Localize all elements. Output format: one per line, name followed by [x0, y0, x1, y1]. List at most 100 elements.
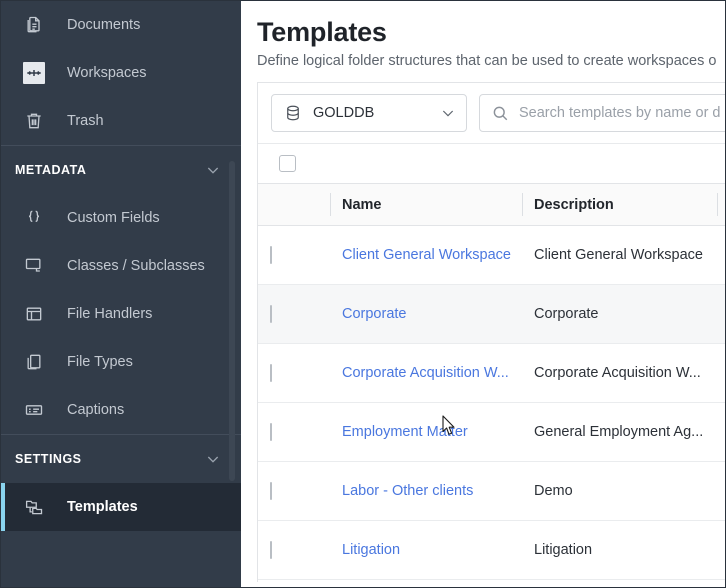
- sidebar-item-label: Workspaces: [67, 65, 147, 81]
- row-checkbox[interactable]: [270, 246, 272, 264]
- row-checkbox[interactable]: [270, 423, 272, 441]
- database-icon: [284, 104, 302, 122]
- row-path-cell: E: [717, 402, 725, 462]
- row-description-cell: Demo: [522, 461, 717, 521]
- sidebar: Documents Workspaces Trash METADATA Cust…: [1, 1, 241, 587]
- template-link[interactable]: Employment Matter: [342, 424, 468, 440]
- template-link[interactable]: Corporate Acquisition W...: [342, 365, 509, 381]
- page-header: Templates Define logical folder structur…: [241, 1, 725, 69]
- database-select-value: GOLDDB: [313, 105, 375, 121]
- row-checkbox-cell: [258, 520, 330, 580]
- template-link[interactable]: Client General Workspace: [342, 247, 511, 263]
- sidebar-item-trash[interactable]: Trash: [1, 97, 241, 145]
- column-header-check: [258, 183, 330, 226]
- row-checkbox-cell: [258, 284, 330, 344]
- row-checkbox[interactable]: [270, 305, 272, 323]
- row-path-cell: [717, 225, 725, 285]
- row-checkbox[interactable]: [270, 364, 272, 382]
- sidebar-item-file-handlers[interactable]: File Handlers: [1, 290, 241, 338]
- sidebar-item-captions[interactable]: Captions: [1, 386, 241, 434]
- workspaces-icon: [23, 62, 45, 84]
- sidebar-group-settings[interactable]: SETTINGS: [1, 435, 241, 483]
- sidebar-item-label: Documents: [67, 17, 141, 33]
- row-path-cell: L: [717, 520, 725, 580]
- table-header-row: Name Description P C: [258, 183, 725, 226]
- sidebar-item-label: Captions: [67, 402, 125, 418]
- database-select[interactable]: GOLDDB: [271, 94, 467, 132]
- sidebar-item-label: File Handlers: [67, 306, 153, 322]
- main-content: Templates Define logical folder structur…: [241, 1, 725, 587]
- templates-panel: GOLDDB Search templates by name or d Nam…: [257, 82, 725, 582]
- window-icon: [23, 303, 45, 325]
- sidebar-item-label: File Types: [67, 354, 133, 370]
- table-row[interactable]: Corporate Corporate C: [258, 284, 725, 344]
- row-checkbox[interactable]: [270, 541, 272, 559]
- table-row[interactable]: Corporate Acquisition W... Corporate Acq…: [258, 343, 725, 403]
- sidebar-scrollbar[interactable]: [229, 161, 235, 481]
- caption-icon: [23, 399, 45, 421]
- row-checkbox[interactable]: [270, 482, 272, 500]
- table-row[interactable]: Litigation Litigation L: [258, 520, 725, 580]
- sidebar-item-label: Classes / Subclasses: [67, 258, 205, 274]
- search-icon: [491, 104, 509, 122]
- row-description-cell: Corporate Acquisition W...: [522, 343, 717, 403]
- row-checkbox-cell: [258, 461, 330, 521]
- search-box[interactable]: [479, 94, 725, 132]
- table-header: Name Description P C: [258, 183, 725, 226]
- chevron-down-icon: [205, 162, 221, 178]
- documents-icon: [23, 14, 45, 36]
- row-name-cell: Client General Workspace: [330, 225, 522, 285]
- folder-tree-icon: [23, 496, 45, 518]
- row-path-cell: C: [717, 284, 725, 344]
- chevron-down-icon: [440, 105, 456, 121]
- row-path-cell: E: [717, 461, 725, 521]
- row-name-cell: Corporate: [330, 284, 522, 344]
- table-row[interactable]: Client General Workspace Client General …: [258, 225, 725, 285]
- trash-icon: [23, 110, 45, 132]
- sidebar-item-classes-subclasses[interactable]: Classes / Subclasses: [1, 242, 241, 290]
- app-window: Documents Workspaces Trash METADATA Cust…: [0, 0, 726, 588]
- templates-toolbar: GOLDDB: [258, 83, 725, 143]
- table-body: Client General Workspace Client General …: [258, 225, 725, 580]
- monitor-icon: [23, 255, 45, 277]
- table-row[interactable]: Labor - Other clients Demo E: [258, 461, 725, 521]
- copy-icon: [23, 351, 45, 373]
- select-all-checkbox[interactable]: [279, 155, 296, 172]
- select-all-row: [258, 143, 725, 183]
- sidebar-group-metadata[interactable]: METADATA: [1, 146, 241, 194]
- sidebar-item-workspaces[interactable]: Workspaces: [1, 49, 241, 97]
- sidebar-group-label: METADATA: [15, 163, 87, 177]
- row-path-cell: C: [717, 343, 725, 403]
- chevron-down-icon: [205, 451, 221, 467]
- column-header-description[interactable]: Description: [522, 183, 717, 226]
- sidebar-item-label: Custom Fields: [67, 210, 160, 226]
- row-description-cell: Corporate: [522, 284, 717, 344]
- sidebar-item-templates[interactable]: Templates: [1, 483, 241, 531]
- template-link[interactable]: Corporate: [342, 306, 406, 322]
- template-link[interactable]: Litigation: [342, 542, 400, 558]
- row-description-cell: General Employment Ag...: [522, 402, 717, 462]
- sidebar-item-custom-fields[interactable]: Custom Fields: [1, 194, 241, 242]
- page-subtitle: Define logical folder structures that ca…: [257, 53, 717, 69]
- search-input[interactable]: [519, 105, 725, 121]
- row-description-cell: Client General Workspace: [522, 225, 717, 285]
- sidebar-item-documents[interactable]: Documents: [1, 1, 241, 49]
- page-title: Templates: [257, 17, 387, 47]
- templates-table: Name Description P C Clie: [258, 183, 725, 580]
- column-header-name[interactable]: Name: [330, 183, 522, 226]
- row-description-cell: Litigation: [522, 520, 717, 580]
- sidebar-group-label: SETTINGS: [15, 452, 82, 466]
- column-header-path[interactable]: P C: [717, 183, 725, 226]
- row-checkbox-cell: [258, 343, 330, 403]
- sidebar-item-file-types[interactable]: File Types: [1, 338, 241, 386]
- row-name-cell: Corporate Acquisition W...: [330, 343, 522, 403]
- template-link[interactable]: Labor - Other clients: [342, 483, 473, 499]
- table-row[interactable]: Employment Matter General Employment Ag.…: [258, 402, 725, 462]
- braces-icon: [23, 207, 45, 229]
- sidebar-item-label: Trash: [67, 113, 104, 129]
- row-checkbox-cell: [258, 402, 330, 462]
- row-name-cell: Employment Matter: [330, 402, 522, 462]
- sidebar-item-label: Templates: [67, 499, 138, 515]
- row-checkbox-cell: [258, 225, 330, 285]
- row-name-cell: Litigation: [330, 520, 522, 580]
